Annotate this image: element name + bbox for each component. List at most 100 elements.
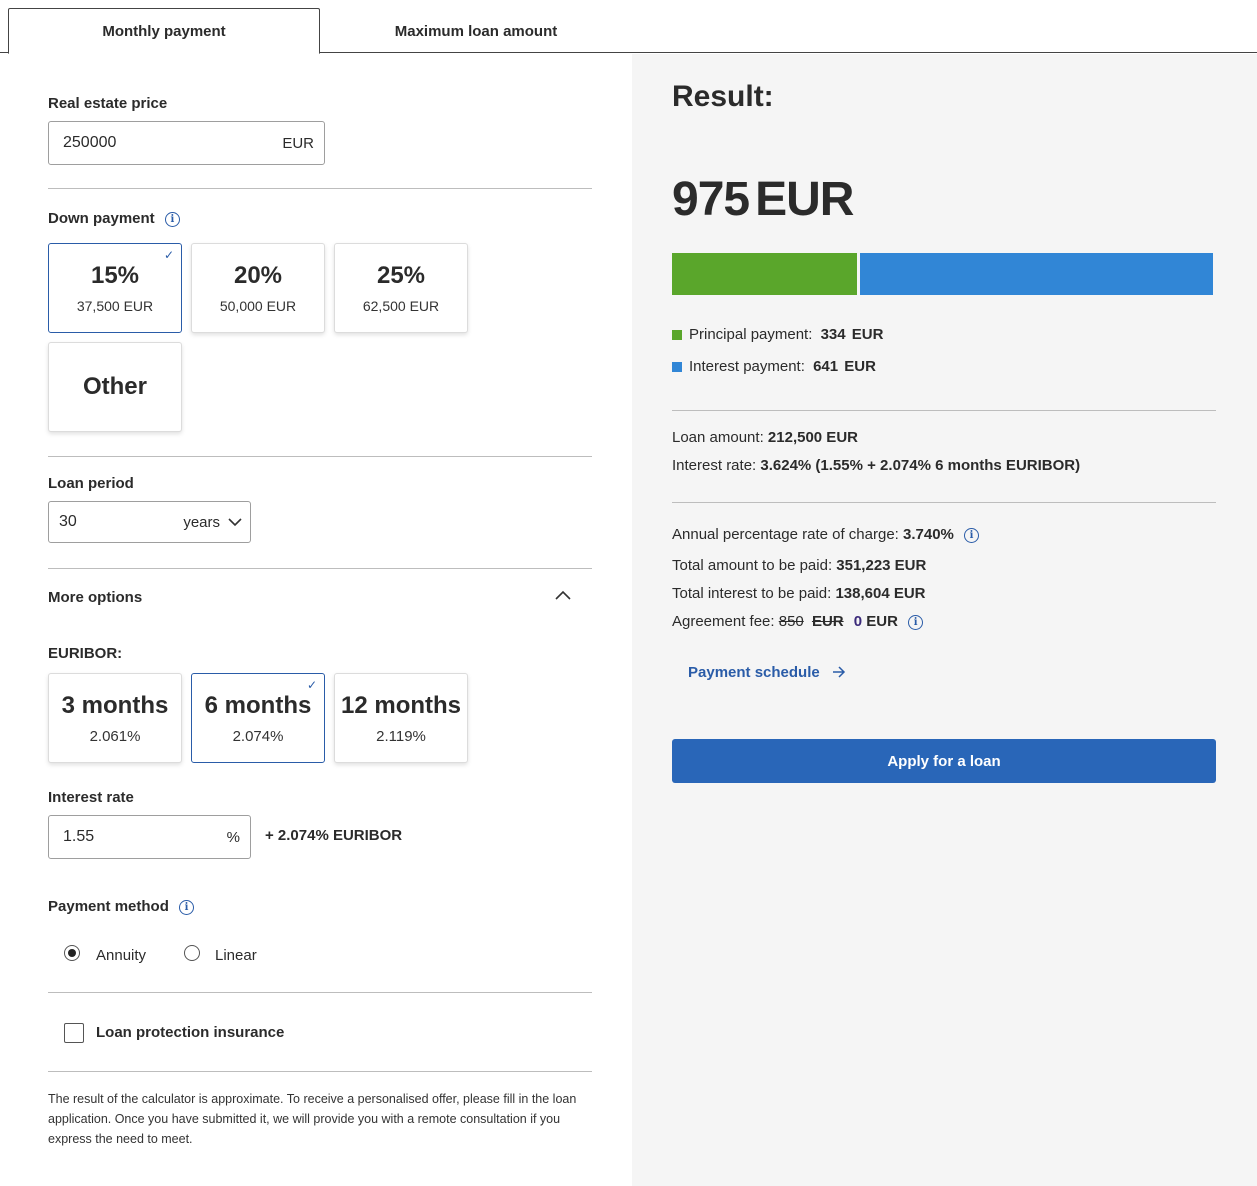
more-options-label[interactable]: More options bbox=[48, 589, 142, 606]
info-icon[interactable]: i bbox=[908, 614, 924, 630]
euribor-rate: 2.061% bbox=[89, 727, 141, 745]
agreement-fee-old-unit: EUR bbox=[811, 613, 844, 630]
chevron-up-icon[interactable] bbox=[555, 590, 571, 600]
apr-row: Annual percentage rate of charge: 3.740%… bbox=[672, 526, 980, 543]
info-icon[interactable]: i bbox=[179, 899, 195, 915]
total-interest-label: Total interest to be paid: bbox=[672, 585, 832, 602]
agreement-fee-old-value: 850 bbox=[778, 613, 804, 630]
interest-rate-value: 1.55 bbox=[63, 828, 95, 845]
real-estate-price-value: 250000 bbox=[63, 134, 117, 151]
agreement-fee-row: Agreement fee: 850 EUR 0 EUR i bbox=[672, 613, 924, 630]
divider bbox=[48, 188, 592, 189]
principal-legend-swatch bbox=[672, 330, 682, 341]
principal-payment-legend: Principal payment: 334 EUR bbox=[672, 326, 883, 343]
calculator-tabs: Monthly payment Maximum loan amount bbox=[0, 0, 1257, 54]
interest-rate-input[interactable]: 1.55 % bbox=[48, 815, 251, 859]
principal-payment-unit: EUR bbox=[851, 326, 884, 343]
disclaimer-text: The result of the calculator is approxim… bbox=[48, 1092, 577, 1146]
euribor-label: EURIBOR: bbox=[48, 645, 123, 662]
total-paid-label: Total amount to be paid: bbox=[672, 557, 833, 574]
payment-method-label-text: Payment method bbox=[48, 898, 169, 915]
payment-schedule-label: Payment schedule bbox=[688, 664, 820, 681]
total-paid-value: 351,223 EUR bbox=[836, 557, 927, 574]
divider bbox=[672, 502, 1216, 503]
euribor-rate: 2.074% bbox=[232, 727, 284, 745]
down-payment-label: Down payment i bbox=[48, 210, 180, 227]
down-payment-amount: 50,000 EUR bbox=[219, 298, 297, 314]
payment-breakdown-bar bbox=[672, 253, 1213, 295]
monthly-payment-currency: EUR bbox=[755, 173, 854, 226]
down-payment-percent: 25% bbox=[376, 262, 426, 289]
annuity-label[interactable]: Annuity bbox=[96, 947, 146, 964]
loan-period-unit: years bbox=[183, 513, 220, 531]
loan-protection-insurance-label[interactable]: Loan protection insurance bbox=[96, 1024, 284, 1041]
loan-period-value: 30 bbox=[59, 513, 77, 530]
loan-protection-insurance-checkbox[interactable] bbox=[64, 1023, 84, 1043]
euribor-period: 6 months bbox=[204, 691, 312, 719]
down-payment-option-25[interactable]: 25% 62,500 EUR bbox=[334, 243, 468, 333]
interest-rate-label: Interest rate bbox=[48, 789, 134, 806]
tab-maximum-loan-amount[interactable]: Maximum loan amount bbox=[320, 8, 632, 54]
loan-period-select[interactable]: 30 years bbox=[48, 501, 251, 543]
principal-payment-label: Principal payment: bbox=[689, 326, 813, 343]
down-payment-amount: 62,500 EUR bbox=[362, 298, 440, 314]
principal-bar-segment bbox=[672, 253, 857, 295]
real-estate-price-label: Real estate price bbox=[48, 95, 168, 112]
payment-schedule-link[interactable]: Payment schedule bbox=[688, 664, 846, 681]
checkmark-icon: ✓ bbox=[306, 678, 317, 692]
loan-period-label: Loan period bbox=[48, 475, 134, 492]
agreement-fee-label: Agreement fee: bbox=[672, 613, 775, 630]
checkmark-icon: ✓ bbox=[163, 248, 174, 262]
agreement-fee-new-unit: EUR bbox=[866, 613, 898, 630]
down-payment-other-label: Other bbox=[82, 373, 147, 400]
euribor-option-3-months[interactable]: 3 months 2.061% bbox=[48, 673, 182, 763]
euribor-option-12-months[interactable]: 12 months 2.119% bbox=[334, 673, 468, 763]
total-paid-row: Total amount to be paid: 351,223 EUR bbox=[672, 557, 926, 574]
principal-payment-value: 334 bbox=[820, 326, 846, 343]
total-interest-row: Total interest to be paid: 138,604 EUR bbox=[672, 585, 926, 602]
info-icon[interactable]: i bbox=[164, 211, 180, 227]
down-payment-percent: 15% bbox=[90, 262, 140, 289]
euribor-option-6-months[interactable]: ✓ 6 months 2.074% bbox=[191, 673, 325, 763]
interest-payment-unit: EUR bbox=[844, 358, 876, 375]
divider bbox=[48, 1071, 592, 1072]
loan-amount-value: 212,500 EUR bbox=[767, 429, 858, 446]
down-payment-percent: 20% bbox=[233, 262, 283, 289]
real-estate-price-unit: EUR bbox=[282, 134, 314, 152]
interest-rate-unit: % bbox=[226, 828, 240, 846]
payment-method-label: Payment method i bbox=[48, 898, 195, 915]
down-payment-label-text: Down payment bbox=[48, 210, 155, 227]
divider bbox=[672, 410, 1216, 411]
interest-rate-euribor-suffix: + 2.074% EURIBOR bbox=[265, 827, 403, 844]
linear-radio[interactable] bbox=[184, 945, 200, 961]
total-interest-value: 138,604 EUR bbox=[835, 585, 926, 602]
down-payment-amount: 37,500 EUR bbox=[76, 298, 154, 314]
down-payment-option-other[interactable]: Other bbox=[48, 342, 182, 432]
down-payment-option-20[interactable]: 20% 50,000 EUR bbox=[191, 243, 325, 333]
down-payment-option-15[interactable]: ✓ 15% 37,500 EUR bbox=[48, 243, 182, 333]
interest-legend-swatch bbox=[672, 362, 682, 373]
euribor-rate: 2.119% bbox=[376, 727, 426, 745]
linear-label[interactable]: Linear bbox=[215, 947, 257, 964]
apply-for-loan-button[interactable]: Apply for a loan bbox=[672, 739, 1216, 783]
monthly-payment-value: 975 bbox=[672, 173, 750, 226]
info-icon[interactable]: i bbox=[964, 527, 980, 543]
monthly-payment-amount: 975 EUR bbox=[672, 172, 854, 227]
tab-monthly-payment[interactable]: Monthly payment bbox=[8, 8, 320, 54]
chevron-down-icon bbox=[228, 518, 242, 527]
interest-payment-value: 641 bbox=[813, 358, 839, 375]
agreement-fee-new-value: 0 bbox=[853, 613, 863, 630]
loan-amount-label: Loan amount: bbox=[672, 429, 764, 446]
divider bbox=[48, 568, 592, 569]
result-title: Result: bbox=[672, 80, 774, 113]
interest-payment-legend: Interest payment: 641 EUR bbox=[672, 358, 876, 375]
annuity-radio[interactable] bbox=[64, 945, 80, 961]
apr-value: 3.740% bbox=[903, 526, 954, 543]
euribor-period: 12 months bbox=[340, 691, 462, 719]
real-estate-price-input[interactable]: 250000 EUR bbox=[48, 121, 325, 165]
interest-bar-segment bbox=[860, 253, 1213, 295]
result-interest-rate-value: 3.624% (1.55% + 2.074% 6 months EURIBOR) bbox=[760, 457, 1081, 474]
interest-payment-label: Interest payment: bbox=[689, 358, 805, 375]
loan-amount-row: Loan amount: 212,500 EUR bbox=[672, 429, 858, 446]
divider bbox=[48, 992, 592, 993]
